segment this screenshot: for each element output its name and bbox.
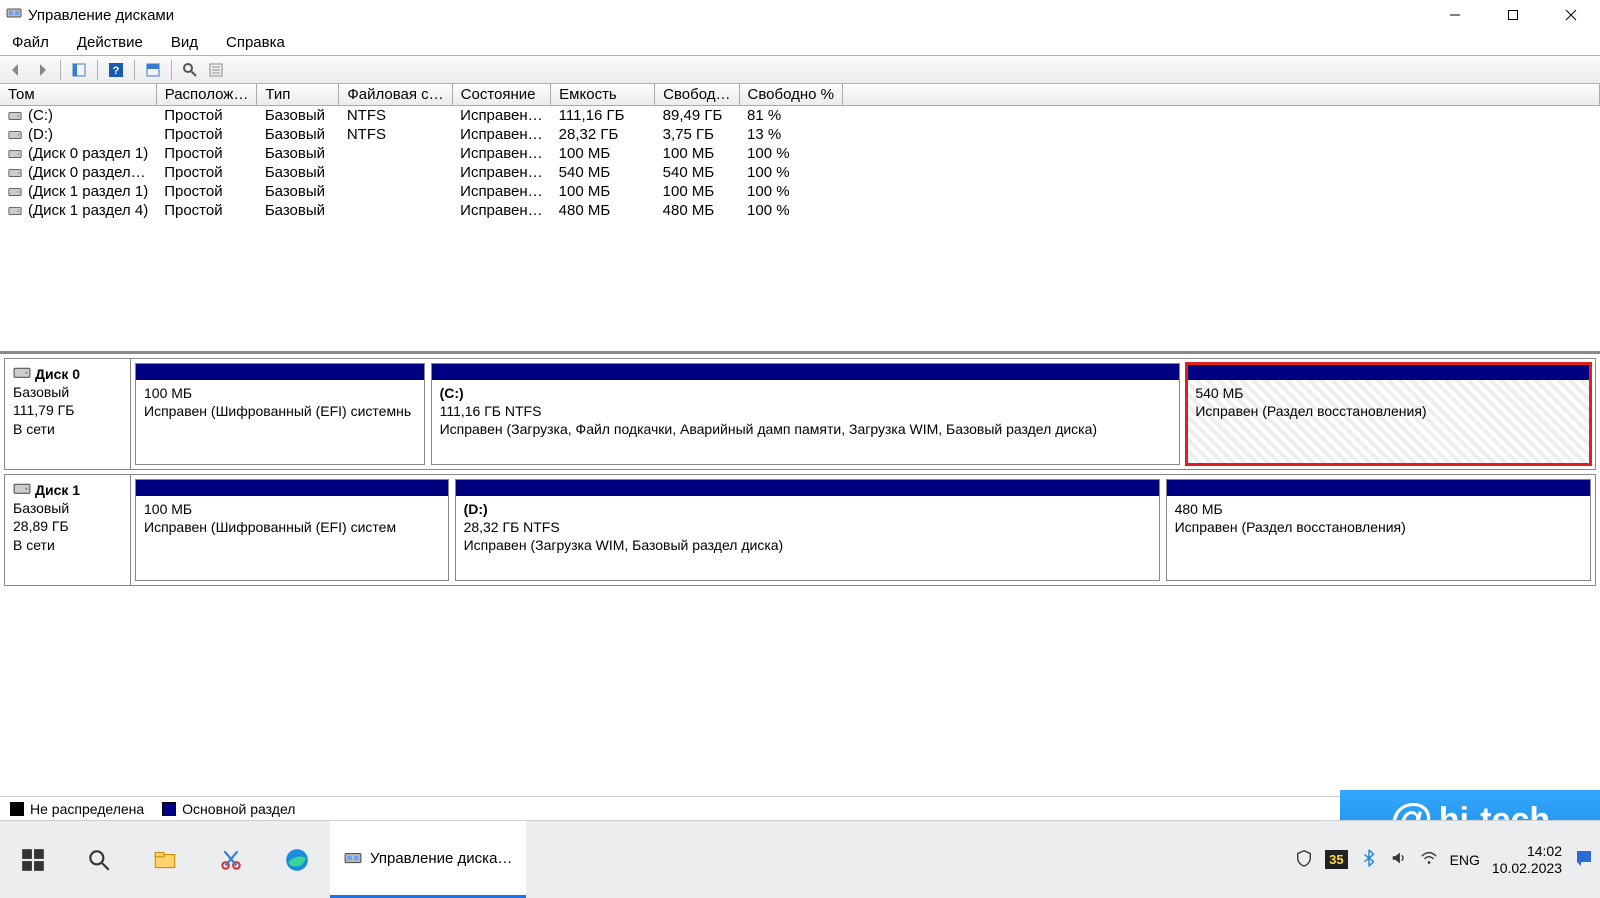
close-button[interactable]	[1542, 0, 1600, 30]
volume-row[interactable]: (D:)ПростойБазовыйNTFSИсправен…28,32 ГБ3…	[0, 125, 1600, 144]
col-status[interactable]: Состояние	[452, 84, 551, 106]
drive-icon	[8, 164, 28, 181]
taskbar-explorer[interactable]	[132, 821, 198, 898]
window-title: Управление дисками	[28, 7, 174, 24]
drive-icon	[8, 145, 28, 162]
drive-icon	[8, 183, 28, 200]
col-freepct[interactable]: Свободно %	[739, 84, 842, 106]
tray-clock[interactable]: 14:02 10.02.2023	[1492, 843, 1562, 877]
volume-row[interactable]: (Диск 1 раздел 1)ПростойБазовыйИсправен……	[0, 182, 1600, 201]
menu-action[interactable]: Действие	[71, 32, 149, 53]
col-fs[interactable]: Файловая с…	[339, 84, 452, 106]
col-capacity[interactable]: Емкость	[551, 84, 655, 106]
menu-help[interactable]: Справка	[220, 32, 291, 53]
disk-partition[interactable]: 100 МБИсправен (Шифрованный (EFI) систем…	[135, 363, 425, 465]
volume-list[interactable]: Том Располож… Тип Файловая с… Состояние …	[0, 84, 1600, 354]
forward-button[interactable]	[30, 59, 54, 81]
back-button[interactable]	[4, 59, 28, 81]
menu-bar: Файл Действие Вид Справка	[0, 30, 1600, 56]
disk-partition[interactable]: 480 МБИсправен (Раздел восстановления)	[1166, 479, 1591, 581]
tray-notifications-icon[interactable]	[1574, 848, 1594, 871]
taskbar-snip[interactable]	[198, 821, 264, 898]
menu-view[interactable]: Вид	[165, 32, 204, 53]
view-top-button[interactable]	[141, 59, 165, 81]
col-layout[interactable]: Располож…	[156, 84, 257, 106]
toolbar: ?	[0, 56, 1600, 84]
menu-file[interactable]: Файл	[6, 32, 55, 53]
legend-swatch-primary	[162, 802, 176, 816]
start-button[interactable]	[0, 821, 66, 898]
list-button[interactable]	[204, 59, 228, 81]
disk-info: Диск 0Базовый111,79 ГБВ сети	[5, 359, 131, 469]
taskbar-edge[interactable]	[264, 821, 330, 898]
tray-wifi-icon[interactable]	[1420, 849, 1438, 870]
col-type[interactable]: Тип	[257, 84, 339, 106]
legend-unalloc: Не распределена	[30, 801, 144, 817]
drive-icon	[8, 202, 28, 219]
help-button[interactable]: ?	[104, 59, 128, 81]
legend-swatch-unalloc	[10, 802, 24, 816]
taskbar: Управление диска… 35 ENG 14:02 10.02.202…	[0, 820, 1600, 898]
svg-text:?: ?	[113, 65, 120, 77]
drive-icon	[8, 126, 28, 143]
disk-partition[interactable]: (D:)28,32 ГБ NTFSИсправен (Загрузка WIM,…	[455, 479, 1160, 581]
volume-row[interactable]: (Диск 1 раздел 4)ПростойБазовыйИсправен……	[0, 201, 1600, 220]
col-volume[interactable]: Том	[0, 84, 156, 106]
disk-icon	[13, 481, 31, 493]
volume-row[interactable]: (Диск 0 раздел 1)ПростойБазовыйИсправен……	[0, 144, 1600, 163]
minimize-button[interactable]	[1426, 0, 1484, 30]
disk-partition[interactable]: 100 МБИсправен (Шифрованный (EFI) систем	[135, 479, 449, 581]
tray-language[interactable]: ENG	[1450, 852, 1480, 868]
legend-primary: Основной раздел	[182, 801, 295, 817]
search-button[interactable]	[66, 821, 132, 898]
disk-row: Диск 1Базовый28,89 ГБВ сети100 МБИсправе…	[4, 474, 1596, 586]
disk-info: Диск 1Базовый28,89 ГБВ сети	[5, 475, 131, 585]
disk-partition[interactable]: 540 МБИсправен (Раздел восстановления)	[1186, 363, 1591, 465]
maximize-button[interactable]	[1484, 0, 1542, 30]
disk-partition[interactable]: (C:)111,16 ГБ NTFSИсправен (Загрузка, Фа…	[431, 363, 1181, 465]
show-hide-console-tree-button[interactable]	[67, 59, 91, 81]
disk-graphic-pane: Диск 0Базовый111,79 ГБВ сети100 МБИсправ…	[0, 358, 1600, 586]
drive-icon	[8, 107, 28, 124]
action-button[interactable]	[178, 59, 202, 81]
disk-icon	[13, 365, 31, 377]
app-icon	[6, 5, 22, 25]
tray-bluetooth-icon[interactable]	[1360, 849, 1378, 870]
taskbar-running-label: Управление диска…	[370, 850, 512, 867]
volume-row[interactable]: (C:)ПростойБазовыйNTFSИсправен…111,16 ГБ…	[0, 106, 1600, 126]
col-free[interactable]: Свобод…	[655, 84, 739, 106]
taskbar-running-diskmgmt[interactable]: Управление диска…	[330, 821, 526, 898]
window-titlebar: Управление дисками	[0, 0, 1600, 30]
tray-volume-icon[interactable]	[1390, 849, 1408, 870]
disk-row: Диск 0Базовый111,79 ГБВ сети100 МБИсправ…	[4, 358, 1596, 470]
tray-security-icon[interactable]	[1295, 849, 1313, 870]
tray-badge[interactable]: 35	[1325, 850, 1347, 869]
volume-row[interactable]: (Диск 0 раздел…ПростойБазовыйИсправен…54…	[0, 163, 1600, 182]
